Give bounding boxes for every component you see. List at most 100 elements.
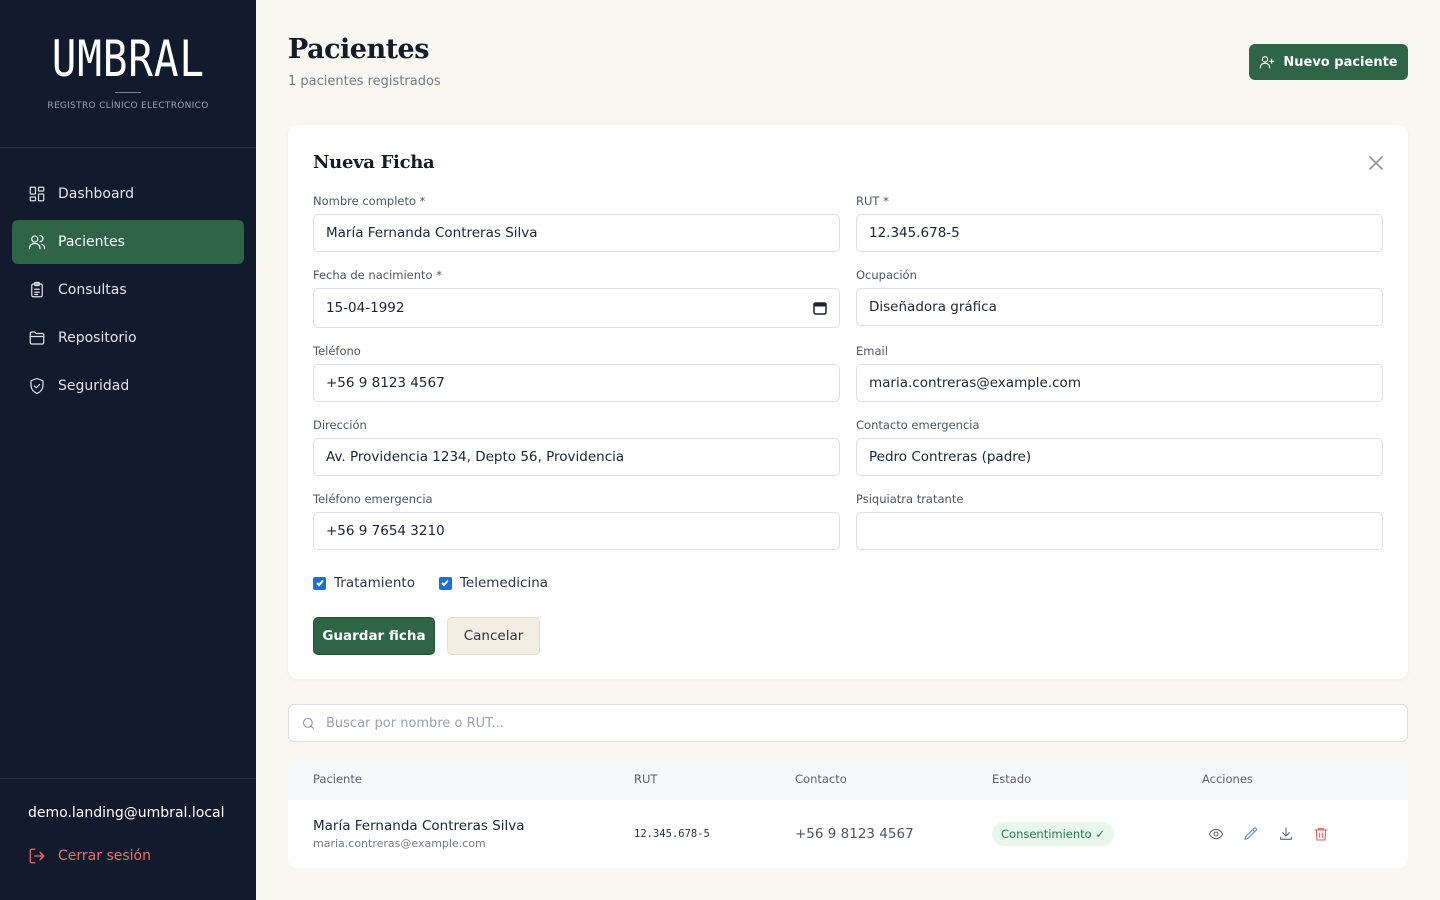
- sidebar-item-consultas[interactable]: Consultas: [12, 268, 244, 312]
- brand: UMBRAL REGISTRO CLÍNICO ELECTRÓNICO: [0, 0, 256, 148]
- card-title: Nueva Ficha: [313, 152, 435, 173]
- emergency-contact-label: Contacto emergencia: [856, 418, 980, 432]
- email-label: Email: [856, 344, 888, 358]
- header-paciente: Paciente: [313, 772, 362, 786]
- page-subtitle: 1 pacientes registrados: [288, 74, 441, 89]
- phone-label: Teléfono: [313, 344, 361, 358]
- name-field: Nombre completo * María Fernanda Contrer…: [313, 194, 840, 252]
- telemedicine-checkbox[interactable]: Telemedicina: [438, 575, 549, 591]
- status-badge: Consentimiento ✓: [992, 822, 1115, 846]
- eye-icon: [1208, 828, 1224, 840]
- treatment-checkbox[interactable]: Tratamiento: [313, 575, 415, 591]
- sidebar-item-label: Dashboard: [58, 186, 134, 202]
- shield-icon: [30, 377, 44, 395]
- table-header: Paciente RUT Contacto Estado Acciones: [288, 760, 1408, 800]
- patient-rut: 12.345.678-5: [634, 828, 710, 840]
- sidebar-item-label: Pacientes: [58, 234, 125, 250]
- telemedicine-label: Telemedicina: [459, 575, 549, 591]
- occupation-field: Ocupación Diseñadora gráfica: [856, 268, 1383, 326]
- patient-name: María Fernanda Contreras Silva: [313, 818, 525, 834]
- logout-label: Cerrar sesión: [58, 848, 151, 864]
- occupation-label: Ocupación: [856, 268, 917, 282]
- name-input[interactable]: María Fernanda Contreras Silva: [313, 214, 840, 252]
- sidebar-item-label: Repositorio: [58, 330, 137, 346]
- clipboard-icon: [31, 281, 43, 298]
- email-value: maria.contreras@example.com: [869, 375, 1081, 391]
- phone-field: Teléfono +56 9 8123 4567: [313, 344, 840, 402]
- close-button[interactable]: [1368, 155, 1384, 171]
- patient-phone: +56 9 8123 4567: [795, 826, 914, 842]
- rut-input[interactable]: 12.345.678-5: [856, 214, 1383, 252]
- occupation-input[interactable]: Diseñadora gráfica: [856, 288, 1383, 326]
- sidebar-item-label: Seguridad: [58, 378, 130, 394]
- download-button[interactable]: [1276, 824, 1296, 844]
- patients-table: Paciente RUT Contacto Estado Acciones Ma…: [288, 760, 1408, 868]
- treatment-label: Tratamiento: [334, 575, 415, 591]
- emergency-contact-value: Pedro Contreras (padre): [869, 449, 1032, 465]
- emergency-phone-label: Teléfono emergencia: [313, 492, 433, 506]
- new-record-card: Nueva Ficha Nombre completo * María Fern…: [288, 125, 1408, 679]
- logout-icon: [29, 848, 45, 864]
- sidebar-item-pacientes[interactable]: Pacientes: [12, 220, 244, 264]
- email-field: Email maria.contreras@example.com: [856, 344, 1383, 402]
- birthdate-value: 15-04-1992: [326, 300, 405, 316]
- birthdate-input[interactable]: 15-04-1992: [313, 288, 840, 328]
- header-contacto: Contacto: [795, 772, 847, 786]
- sidebar-item-label: Consultas: [58, 282, 127, 298]
- header-estado: Estado: [992, 772, 1032, 786]
- email-input[interactable]: maria.contreras@example.com: [856, 364, 1383, 402]
- emergency-contact-input[interactable]: Pedro Contreras (padre): [856, 438, 1383, 476]
- new-patient-label: Nuevo paciente: [1283, 54, 1398, 70]
- emergency-phone-field: Teléfono emergencia +56 9 7654 3210: [313, 492, 840, 550]
- user-plus-icon: [1260, 56, 1275, 69]
- download-icon: [1280, 827, 1292, 840]
- occupation-value: Diseñadora gráfica: [869, 299, 997, 315]
- save-record-button[interactable]: Guardar ficha: [313, 617, 435, 655]
- sidebar-nav: Dashboard Pacientes Consultas Repositori…: [0, 148, 256, 408]
- users-icon: [28, 235, 46, 250]
- name-value: María Fernanda Contreras Silva: [326, 225, 538, 241]
- address-field: Dirección Av. Providencia 1234, Depto 56…: [313, 418, 840, 476]
- rut-field: RUT * 12.345.678-5: [856, 194, 1383, 252]
- emergency-contact-field: Contacto emergencia Pedro Contreras (pad…: [856, 418, 1383, 476]
- sidebar: UMBRAL REGISTRO CLÍNICO ELECTRÓNICO Dash…: [0, 0, 256, 900]
- search-icon: [302, 717, 315, 729]
- brand-subtitle: REGISTRO CLÍNICO ELECTRÓNICO: [47, 101, 209, 111]
- checkbox-checked-icon: [313, 576, 326, 590]
- phone-input[interactable]: +56 9 8123 4567: [313, 364, 840, 402]
- sidebar-item-seguridad[interactable]: Seguridad: [12, 364, 244, 408]
- new-patient-button[interactable]: Nuevo paciente: [1249, 44, 1408, 80]
- address-input[interactable]: Av. Providencia 1234, Depto 56, Providen…: [313, 438, 840, 476]
- cancel-button[interactable]: Cancelar: [447, 617, 540, 655]
- delete-button[interactable]: [1311, 824, 1331, 844]
- checkbox-group: Tratamiento Telemedicina: [313, 575, 572, 591]
- patient-email: maria.contreras@example.com: [313, 837, 486, 850]
- calendar-icon[interactable]: [813, 301, 827, 315]
- rut-label: RUT *: [856, 194, 889, 208]
- edit-button[interactable]: [1241, 824, 1261, 844]
- birthdate-field: Fecha de nacimiento * 15-04-1992: [313, 268, 840, 328]
- header-rut: RUT: [634, 772, 658, 786]
- search-input[interactable]: [326, 715, 1386, 731]
- psychiatrist-input[interactable]: [856, 512, 1383, 550]
- emergency-phone-input[interactable]: +56 9 7654 3210: [313, 512, 840, 550]
- close-icon: [1369, 156, 1383, 170]
- rut-value: 12.345.678-5: [869, 225, 960, 241]
- birthdate-label: Fecha de nacimiento *: [313, 268, 442, 282]
- sidebar-item-repositorio[interactable]: Repositorio: [12, 316, 244, 360]
- dashboard-icon: [29, 186, 45, 202]
- sidebar-item-dashboard[interactable]: Dashboard: [12, 172, 244, 216]
- header-acciones: Acciones: [1202, 772, 1253, 786]
- logout-button[interactable]: Cerrar sesión: [28, 847, 228, 865]
- psychiatrist-field: Psiquiatra tratante: [856, 492, 1383, 550]
- page-title: Pacientes: [288, 34, 429, 65]
- checkbox-checked-icon: [438, 576, 452, 590]
- row-actions: [1206, 824, 1346, 844]
- pencil-icon: [1244, 827, 1257, 840]
- emergency-phone-value: +56 9 7654 3210: [326, 523, 445, 539]
- brand-logo: UMBRAL: [51, 30, 205, 88]
- name-label: Nombre completo *: [313, 194, 426, 208]
- folder-icon: [29, 331, 45, 345]
- view-button[interactable]: [1206, 824, 1226, 844]
- user-email: demo.landing@umbral.local: [28, 805, 225, 821]
